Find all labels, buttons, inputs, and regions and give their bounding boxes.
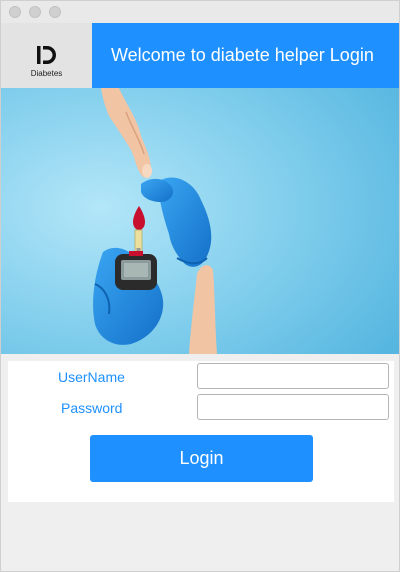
app-header: Diabetes Welcome to diabete helper Login <box>1 23 399 88</box>
logo: Diabetes <box>1 23 92 88</box>
app-window: Diabetes Welcome to diabete helper Login <box>0 0 400 572</box>
password-label: Password <box>61 400 123 416</box>
username-label: UserName <box>58 369 125 385</box>
logo-text: Diabetes <box>30 69 63 78</box>
minimize-window-button[interactable] <box>29 6 41 18</box>
close-window-button[interactable] <box>9 6 21 18</box>
username-input[interactable] <box>197 363 389 389</box>
page-title: Welcome to diabete helper Login <box>92 23 399 88</box>
password-input[interactable] <box>197 394 389 420</box>
login-button[interactable]: Login <box>90 435 313 482</box>
diabetes-logo-icon <box>37 46 56 64</box>
window-titlebar <box>1 1 399 24</box>
zoom-window-button[interactable] <box>49 6 61 18</box>
login-form: UserName Password Login <box>8 361 394 502</box>
hero-image <box>1 88 399 354</box>
